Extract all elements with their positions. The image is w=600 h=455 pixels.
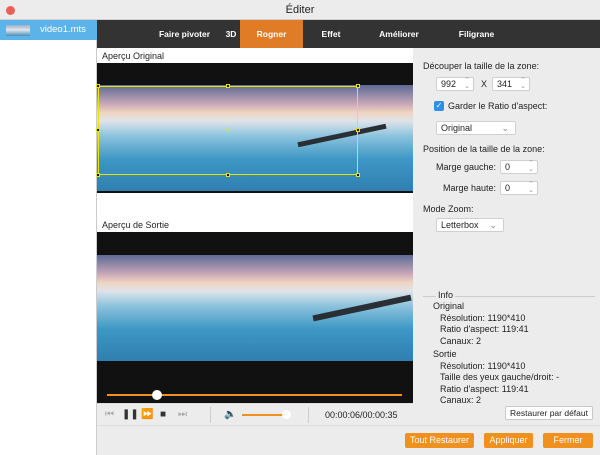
stop-icon[interactable]: ■ [160,409,166,420]
info-title: Info [436,290,456,300]
tab-effect[interactable]: Effet [303,20,359,48]
keep-ratio-label: Garder le Ratio d'aspect: [448,101,548,111]
output-video-frame [97,255,413,361]
pause-icon[interactable]: ❚❚ [122,409,139,420]
close-window-button[interactable] [6,6,15,15]
reset-default-button[interactable]: Restaurer par défaut [505,406,593,420]
time-display: 00:00:06/00:00:35 [325,410,398,420]
crop-width-input[interactable]: 992 ⌃ ⌄ [436,77,474,91]
pier [312,294,412,322]
left-margin-input[interactable]: 0 ⌃ ⌄ [500,160,538,174]
top-margin-input[interactable]: 0 ⌃ ⌄ [500,181,538,195]
original-preview-label: Aperçu Original [102,51,165,61]
crop-height-input[interactable]: 341 ⌃ ⌄ [492,77,530,91]
volume-icon[interactable]: 🔈 [224,409,236,420]
video-thumbnail [6,25,30,36]
window-title: Éditer [285,4,315,16]
crosshair-icon: + [224,123,232,137]
crop-rectangle[interactable]: + [96,84,360,177]
tab-rotate[interactable]: Faire pivoter [147,20,222,48]
skip-back-icon[interactable]: ⏮ [105,409,114,420]
seek-handle[interactable] [152,390,162,400]
left-margin-label: Marge gauche: [436,162,497,172]
reset-all-button[interactable]: Tout Restaurer [405,433,474,448]
tab-watermark[interactable]: Filigrane [439,20,514,48]
tab-enhance[interactable]: Améliorer [359,20,439,48]
fast-forward-icon[interactable]: ⏩ [141,409,153,420]
file-list: video1.mts [0,20,97,455]
chevron-down-icon: ⌄ [501,123,509,133]
original-info: Original Résolution: 1190*410 Ratio d'as… [433,301,560,405]
zoom-mode-select[interactable]: Letterbox ⌄ [436,218,504,232]
top-margin-label: Marge haute: [443,183,497,193]
tab-bar: Faire pivoter 3D Rogner Effet Améliorer … [97,20,600,48]
volume-handle[interactable] [282,410,291,419]
size-separator: X [481,79,488,89]
original-preview: + [96,63,413,193]
ratio-select[interactable]: Original ⌄ [436,121,516,135]
zoom-mode-label: Mode Zoom: [423,204,474,214]
close-button[interactable]: Fermer [543,433,593,448]
tab-3d[interactable]: 3D [222,20,240,48]
file-name: video1.mts [40,24,86,35]
player-controls: ⏮ ❚❚ ⏩ ■ ⏭ 🔈 00:00:06/00:00:35 [97,403,413,425]
title-bar: Éditer [0,0,600,20]
output-preview [97,232,413,403]
chevron-down-icon: ⌄ [489,220,497,230]
position-label: Position de la taille de la zone: [423,144,545,154]
apply-button[interactable]: Appliquer [484,433,533,448]
tab-crop[interactable]: Rogner [240,20,303,48]
keep-ratio-checkbox[interactable]: ✓ [434,101,444,111]
volume-slider[interactable] [242,414,284,416]
crop-size-label: Découper la taille de la zone: [423,61,540,71]
output-preview-label: Aperçu de Sortie [102,220,170,230]
skip-forward-icon[interactable]: ⏭ [178,409,187,420]
file-item[interactable]: video1.mts [0,20,97,40]
